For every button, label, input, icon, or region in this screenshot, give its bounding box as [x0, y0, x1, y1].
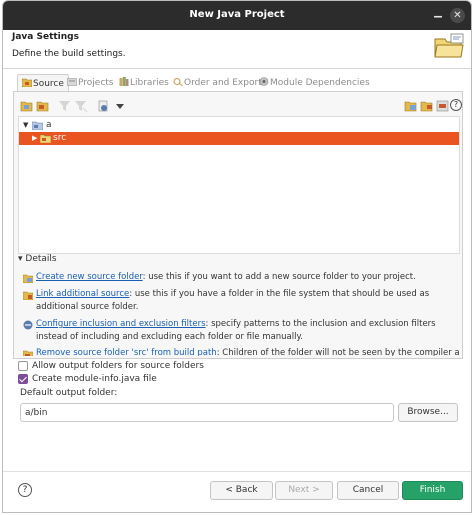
default-output-folder-field[interactable]	[20, 403, 394, 422]
expand-folder-icon[interactable]	[20, 99, 34, 113]
remove-source-folder-text: : Children of the folder will not be see…	[216, 348, 460, 356]
create-source-folder-link[interactable]: Create new source folder	[36, 272, 143, 282]
minimize-icon[interactable]: ▁	[431, 6, 445, 20]
link-folder-icon[interactable]	[420, 99, 434, 113]
title-bar: New Java Project ▁ ✕	[3, 1, 471, 30]
header-divider	[3, 68, 471, 69]
remove-source-folder-link[interactable]: Remove source folder 'src' from build pa…	[36, 348, 217, 356]
tab-module-dependencies-label: Module Dependencies	[270, 78, 370, 88]
page-description: Define the build settings.	[12, 49, 126, 59]
tab-order-export[interactable]: Order and Export	[169, 74, 266, 92]
details-body: Create new source folder: use this if yo…	[18, 268, 460, 356]
tree-label-project: a	[46, 120, 52, 130]
dropdown-arrow-icon[interactable]	[113, 99, 127, 113]
new-source-folder-icon	[23, 274, 33, 283]
tree-row-project[interactable]: ▼ a	[19, 119, 459, 132]
window-title: New Java Project	[189, 9, 285, 20]
configure-filters-link[interactable]: Configure inclusion and exclusion filter…	[36, 319, 206, 329]
default-output-folder-label: Default output folder:	[20, 388, 118, 398]
tree-row-src[interactable]: ▶ src	[19, 132, 459, 145]
filter-disabled-icon[interactable]	[74, 99, 88, 113]
link-folder-icon	[23, 291, 33, 300]
tab-module-dependencies[interactable]: Module Dependencies	[255, 74, 374, 92]
configure-filters-icon	[23, 320, 33, 330]
detail-link-source: Link additional source: use this if you …	[18, 288, 450, 314]
detail-configure-filters: Configure inclusion and exclusion filter…	[18, 318, 450, 344]
source-tab-panel: ? ▼ a ▶ src ▾ Details Create new source …	[13, 91, 463, 359]
finish-button[interactable]: Finish	[402, 481, 463, 500]
page-title: Java Settings	[12, 32, 79, 42]
detail-create-source-folder: Create new source folder: use this if yo…	[18, 271, 450, 284]
project-icon	[32, 121, 43, 130]
details-section-toggle[interactable]: ▾ Details	[18, 254, 57, 264]
source-toolbar: ?	[20, 99, 462, 115]
details-heading: Details	[25, 254, 57, 264]
tree-label-src: src	[53, 133, 67, 143]
browse-button[interactable]: Browse...	[398, 403, 458, 422]
allow-output-folders-checkbox[interactable]	[18, 361, 28, 371]
create-module-info-checkbox[interactable]	[18, 374, 28, 384]
cancel-button[interactable]: Cancel	[337, 481, 399, 500]
new-java-project-dialog: New Java Project ▁ ✕ Java Settings Defin…	[2, 0, 472, 513]
create-source-folder-text: : use this if you want to add a new sour…	[142, 272, 416, 282]
link-additional-source-link[interactable]: Link additional source	[36, 289, 129, 299]
new-source-folder-icon[interactable]	[404, 99, 418, 113]
tab-projects[interactable]: Projects	[63, 74, 117, 92]
add-folder-icon[interactable]	[36, 99, 50, 113]
tab-projects-label: Projects	[78, 78, 114, 88]
collapsed-arrow-icon[interactable]: ▶	[32, 132, 37, 145]
tab-source-label: Source	[33, 79, 64, 89]
tab-order-export-label: Order and Export	[184, 78, 262, 88]
allow-output-folders-label: Allow output folders for source folders	[32, 361, 204, 371]
projects-icon	[67, 78, 77, 86]
java-project-banner-icon	[434, 33, 464, 58]
create-module-info-label: Create module-info.java file	[32, 374, 157, 384]
order-export-icon	[173, 77, 183, 86]
filter-icon[interactable]	[58, 99, 72, 113]
next-button[interactable]: Next >	[275, 481, 333, 500]
source-folder-icon	[40, 134, 51, 143]
page-header: Java Settings Define the build settings.	[3, 30, 471, 68]
help-button[interactable]: ?	[18, 483, 32, 497]
close-icon[interactable]: ✕	[450, 8, 465, 23]
detail-remove-source-folder: Remove source folder 'src' from build pa…	[18, 347, 460, 356]
source-folder-icon	[22, 78, 32, 87]
libraries-icon	[119, 77, 129, 86]
module-icon	[259, 77, 269, 86]
source-tree: ▼ a ▶ src	[18, 116, 460, 254]
tab-bar: Source Projects Libraries Order and Expo…	[13, 74, 463, 92]
footer-divider	[3, 471, 471, 472]
help-icon[interactable]: ?	[450, 99, 462, 111]
tab-libraries-label: Libraries	[130, 78, 169, 88]
expanded-arrow-icon[interactable]: ▼	[23, 119, 28, 132]
link-icon[interactable]	[97, 99, 111, 113]
back-button[interactable]: < Back	[210, 481, 273, 500]
tab-libraries[interactable]: Libraries	[115, 74, 173, 92]
remove-source-folder-icon	[23, 350, 33, 356]
tab-source[interactable]: Source	[17, 74, 69, 92]
configure-icon[interactable]	[436, 99, 450, 113]
